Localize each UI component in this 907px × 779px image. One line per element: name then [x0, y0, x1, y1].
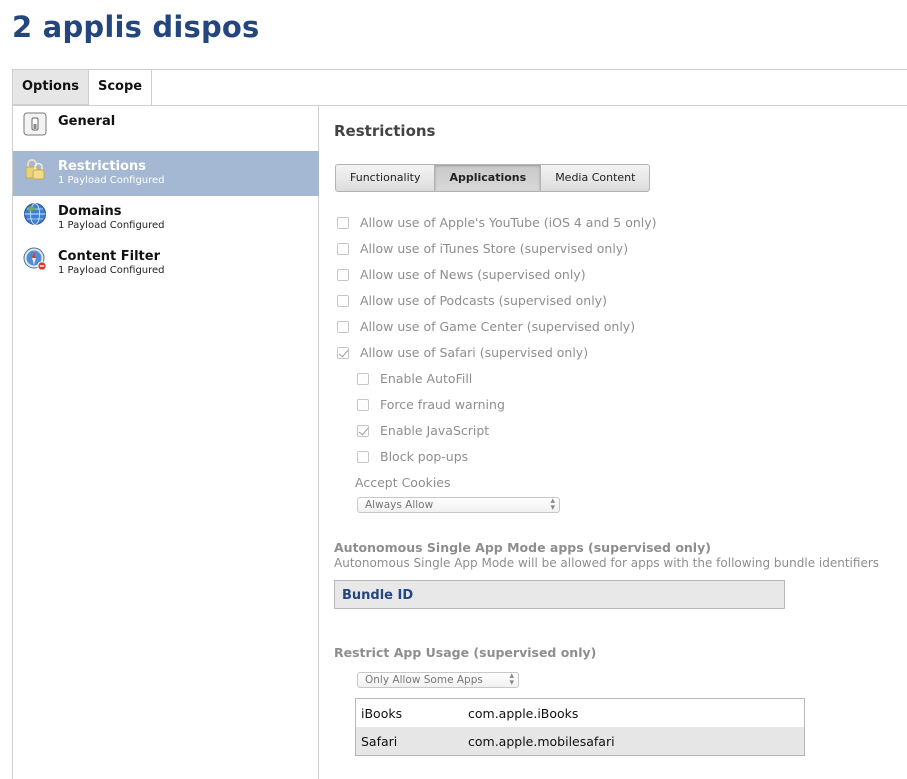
app-name: iBooks [361, 706, 403, 721]
app-bundle-id: com.apple.mobilesafari [468, 734, 615, 749]
app-bundle-id: com.apple.iBooks [468, 706, 579, 721]
tab-options[interactable]: Options [12, 70, 88, 105]
safari-filter-icon [23, 247, 47, 271]
segmented-control: Functionality Applications Media Content [335, 164, 651, 192]
checkbox[interactable] [337, 243, 349, 255]
single-app-heading: Autonomous Single App Mode apps (supervi… [334, 540, 711, 555]
single-app-description: Autonomous Single App Mode will be allow… [334, 556, 880, 570]
option-label: Allow use of Game Center (supervised onl… [360, 319, 636, 334]
sidebar-item-label: Domains [58, 204, 122, 219]
option-label: Allow use of iTunes Store (supervised on… [360, 241, 629, 256]
payload-count: 1 Payload Configured [58, 265, 165, 276]
sidebar-item-label: General [58, 114, 116, 129]
checkbox[interactable] [337, 321, 349, 333]
sidebar-item-general[interactable]: General [13, 106, 319, 151]
switch-icon [23, 112, 47, 136]
payload-sidebar: General Restrictions 1 Payload Configure… [12, 105, 319, 779]
checkbox[interactable] [357, 399, 369, 411]
accept-cookies-label: Accept Cookies [355, 475, 451, 490]
segment-applications[interactable]: Applications [434, 165, 541, 191]
restrict-usage-select[interactable]: Only Allow Some Apps ▴ ▾ [357, 672, 519, 688]
option-label: Allow use of Podcasts (supervised only) [360, 293, 607, 308]
payload-count: 1 Payload Configured [58, 220, 165, 231]
updown-arrows-icon: ▴ ▾ [550, 496, 555, 513]
tab-bar: Options Scope [12, 70, 153, 105]
segment-functionality[interactable]: Functionality [336, 165, 434, 191]
column-header: Bundle ID [342, 588, 414, 603]
updown-arrows-icon: ▴ ▾ [509, 671, 514, 688]
checkbox[interactable] [337, 347, 349, 359]
option-label: Block pop-ups [380, 449, 469, 464]
locks-icon [25, 159, 45, 180]
payload-count: 1 Payload Configured [58, 175, 165, 186]
accept-cookies-select[interactable]: Always Allow ▴ ▾ [357, 497, 560, 513]
select-value: Only Allow Some Apps [365, 674, 483, 686]
section-title: Restrictions [334, 122, 436, 140]
select-value: Always Allow [365, 499, 434, 511]
checkbox[interactable] [357, 373, 369, 385]
table-row[interactable]: Safari com.apple.mobilesafari [356, 727, 804, 755]
restrict-usage-heading: Restrict App Usage (supervised only) [334, 645, 597, 660]
allowed-apps-table: iBooks com.apple.iBooks Safari com.apple… [355, 698, 805, 756]
sidebar-item-content-filter[interactable]: Content Filter 1 Payload Configured [13, 241, 319, 286]
sidebar-item-domains[interactable]: Domains 1 Payload Configured [13, 196, 319, 241]
sidebar-item-label: Content Filter [58, 249, 160, 264]
checkbox[interactable] [337, 295, 349, 307]
table-row[interactable]: iBooks com.apple.iBooks [356, 699, 804, 727]
tab-scope[interactable]: Scope [87, 70, 153, 105]
restrictions-panel: Restrictions Functionality Applications … [320, 106, 907, 779]
sidebar-item-restrictions[interactable]: Restrictions 1 Payload Configured [13, 151, 319, 196]
option-label: Force fraud warning [380, 397, 505, 412]
option-label: Allow use of Safari (supervised only) [360, 345, 589, 360]
option-label: Enable JavaScript [380, 423, 490, 438]
checkbox[interactable] [357, 451, 369, 463]
app-name: Safari [361, 734, 398, 749]
sidebar-item-label: Restrictions [58, 159, 146, 174]
segment-media-content[interactable]: Media Content [540, 165, 649, 191]
option-label: Enable AutoFill [380, 371, 473, 386]
bundle-id-table[interactable]: Bundle ID [334, 580, 785, 609]
checkbox[interactable] [357, 425, 369, 437]
option-label: Allow use of Apple's YouTube (iOS 4 and … [360, 215, 657, 230]
globe-icon [24, 203, 46, 225]
page-title: 2 applis dispos [12, 10, 260, 44]
checkbox[interactable] [337, 269, 349, 281]
option-label: Allow use of News (supervised only) [360, 267, 586, 282]
checkbox[interactable] [337, 217, 349, 229]
